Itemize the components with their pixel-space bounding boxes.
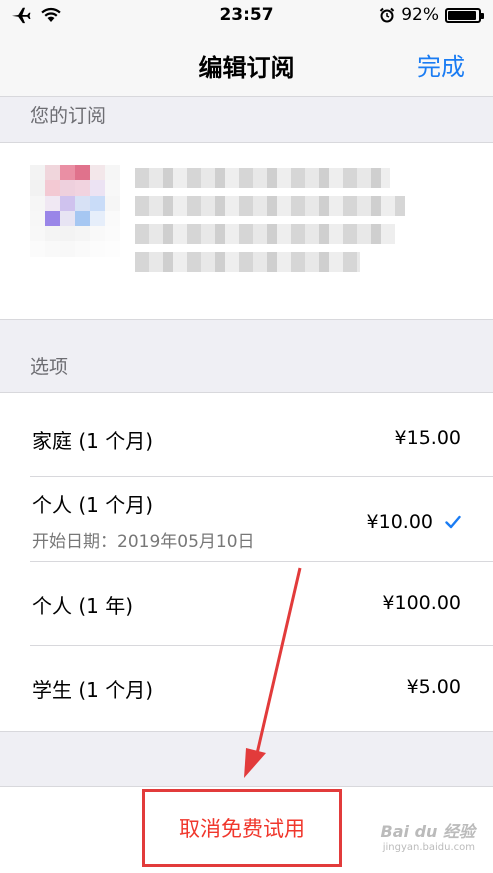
cancel-free-trial-button[interactable]: 取消免费试用 [142,789,342,867]
option-start-date: 开始日期：2019年05月10日 [32,532,255,552]
subscription-section-header: 您的订阅 [30,105,107,127]
battery-fill [448,10,476,20]
alarm-icon [379,7,395,23]
blurred-line [135,196,405,216]
watermark: Bai du 经验 jingyan.baidu.com [381,818,475,853]
status-bar: 23:57 92% [0,0,493,34]
option-price: ¥10.00 [366,511,433,533]
app-icon [30,165,120,257]
battery-percent: 92% [401,5,439,25]
options-list: 家庭 (1 个月) ¥15.00 个人 (1 个月) 开始日期：2019年05月… [0,392,493,732]
option-price: ¥15.00 [394,427,461,449]
watermark-url: jingyan.baidu.com [382,842,475,853]
navigation-bar: 编辑订阅 完成 [0,34,493,97]
option-price: ¥5.00 [406,676,461,698]
option-individual-yearly[interactable]: 个人 (1 年) ¥100.00 [0,562,493,646]
battery-icon [445,7,484,23]
option-label: 个人 (1 个月) [32,493,154,517]
blurred-line [135,252,360,272]
blurred-line [135,168,390,188]
watermark-logo: Bai du 经验 [380,822,475,841]
option-label: 家庭 (1 个月) [32,429,154,453]
done-button[interactable]: 完成 [417,47,465,82]
option-family-monthly[interactable]: 家庭 (1 个月) ¥15.00 [0,393,493,477]
subscription-details-blurred [135,168,405,280]
option-individual-monthly[interactable]: 个人 (1 个月) 开始日期：2019年05月10日 ¥10.00 [0,477,493,562]
status-right: 92% [379,5,484,25]
option-label: 学生 (1 个月) [32,678,154,702]
blurred-line [135,224,395,244]
subscription-card[interactable] [0,142,493,320]
options-section-header: 选项 [30,356,69,378]
checkmark-icon [445,515,461,529]
option-student-monthly[interactable]: 学生 (1 个月) ¥5.00 [0,646,493,730]
option-price: ¥100.00 [382,592,461,614]
option-label: 个人 (1 年) [32,594,134,618]
cancel-free-trial-label: 取消免费试用 [179,817,305,841]
